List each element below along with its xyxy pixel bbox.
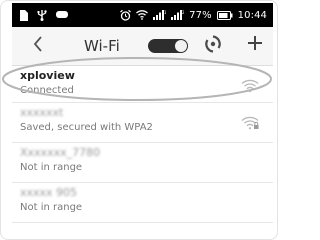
network-name: xploview (20, 69, 75, 82)
network-name: xxxxxxt (20, 106, 64, 119)
network-list: xploview Connected xxxxxxt Saved, secure… (12, 66, 273, 223)
refresh-icon (203, 34, 223, 58)
app-bar: Wi-Fi (12, 27, 273, 66)
network-status: Not in range (20, 162, 83, 173)
cellular-signal-1-icon: 1 (153, 10, 166, 20)
cellular-signal-2-icon: 2 (171, 10, 184, 20)
network-status: Not in range (20, 202, 83, 213)
svg-text:1: 1 (164, 10, 166, 15)
battery-icon (216, 10, 233, 20)
back-icon (33, 36, 43, 56)
network-item-out-of-range-2[interactable]: xxxxx 905 Not in range (12, 183, 273, 223)
usb-icon (37, 9, 47, 21)
status-bar: 1 2 77% 10:44 (12, 3, 273, 27)
network-item-xploview[interactable]: xploview Connected (12, 66, 273, 103)
network-item-out-of-range-1[interactable]: Xxxxxxx_7780 Not in range (12, 143, 273, 183)
battery-percentage: 77% (189, 9, 212, 21)
wifi-signal-strength-icon (241, 78, 259, 93)
phone-screen: 1 2 77% 10:44 Wi-Fi xploview Connected x… (0, 0, 278, 240)
message-icon (56, 10, 68, 20)
network-item-saved[interactable]: xxxxxxt Saved, secured with WPA2 (12, 103, 273, 143)
alarm-icon (120, 9, 132, 21)
network-name: xxxxx 905 (20, 186, 78, 199)
page-title: Wi-Fi (84, 37, 120, 55)
add-icon (247, 35, 263, 55)
network-name: Xxxxxxx_7780 (20, 146, 101, 159)
toggle-knob (175, 40, 187, 52)
back-button[interactable] (31, 36, 45, 56)
status-bar-notifications (20, 9, 68, 21)
refresh-button[interactable] (202, 35, 224, 57)
svg-text:2: 2 (182, 10, 184, 15)
add-network-button[interactable] (244, 33, 266, 57)
status-time: 10:44 (237, 9, 267, 21)
wifi-toggle[interactable] (148, 39, 188, 53)
wifi-signal-icon (136, 10, 149, 20)
network-status: Saved, secured with WPA2 (20, 122, 153, 133)
status-bar-system: 1 2 77% 10:44 (120, 9, 267, 21)
network-status: Connected (20, 85, 74, 96)
sim-card-icon (20, 9, 28, 21)
wifi-secured-icon (241, 115, 259, 130)
